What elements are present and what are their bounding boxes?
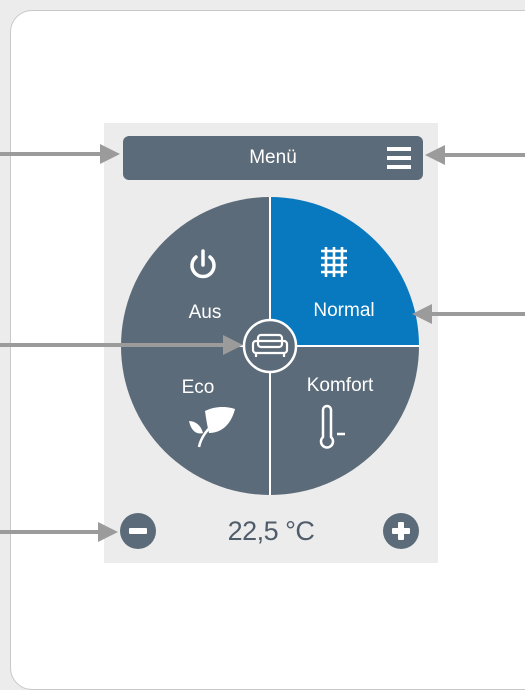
mode-normal-label: Normal	[313, 300, 374, 321]
mode-off-label: Aus	[189, 302, 222, 323]
menu-button[interactable]: Menü	[123, 136, 423, 180]
mode-eco-label: Eco	[182, 377, 215, 398]
mode-comfort-segment[interactable]	[270, 346, 419, 495]
mode-wheel: Aus Normal Eco Komfort	[121, 197, 419, 495]
increase-temperature-button[interactable]	[383, 513, 419, 549]
radiator-icon	[321, 247, 347, 277]
menu-label: Menü	[249, 147, 297, 168]
hamburger-menu-icon[interactable]	[387, 147, 411, 169]
plus-icon-vertical	[398, 522, 404, 540]
temperature-control: 22,5 °C	[104, 508, 438, 552]
center-sofa-button[interactable]	[242, 318, 298, 374]
mode-comfort-label: Komfort	[307, 375, 374, 396]
mode-eco-segment[interactable]	[121, 346, 270, 495]
